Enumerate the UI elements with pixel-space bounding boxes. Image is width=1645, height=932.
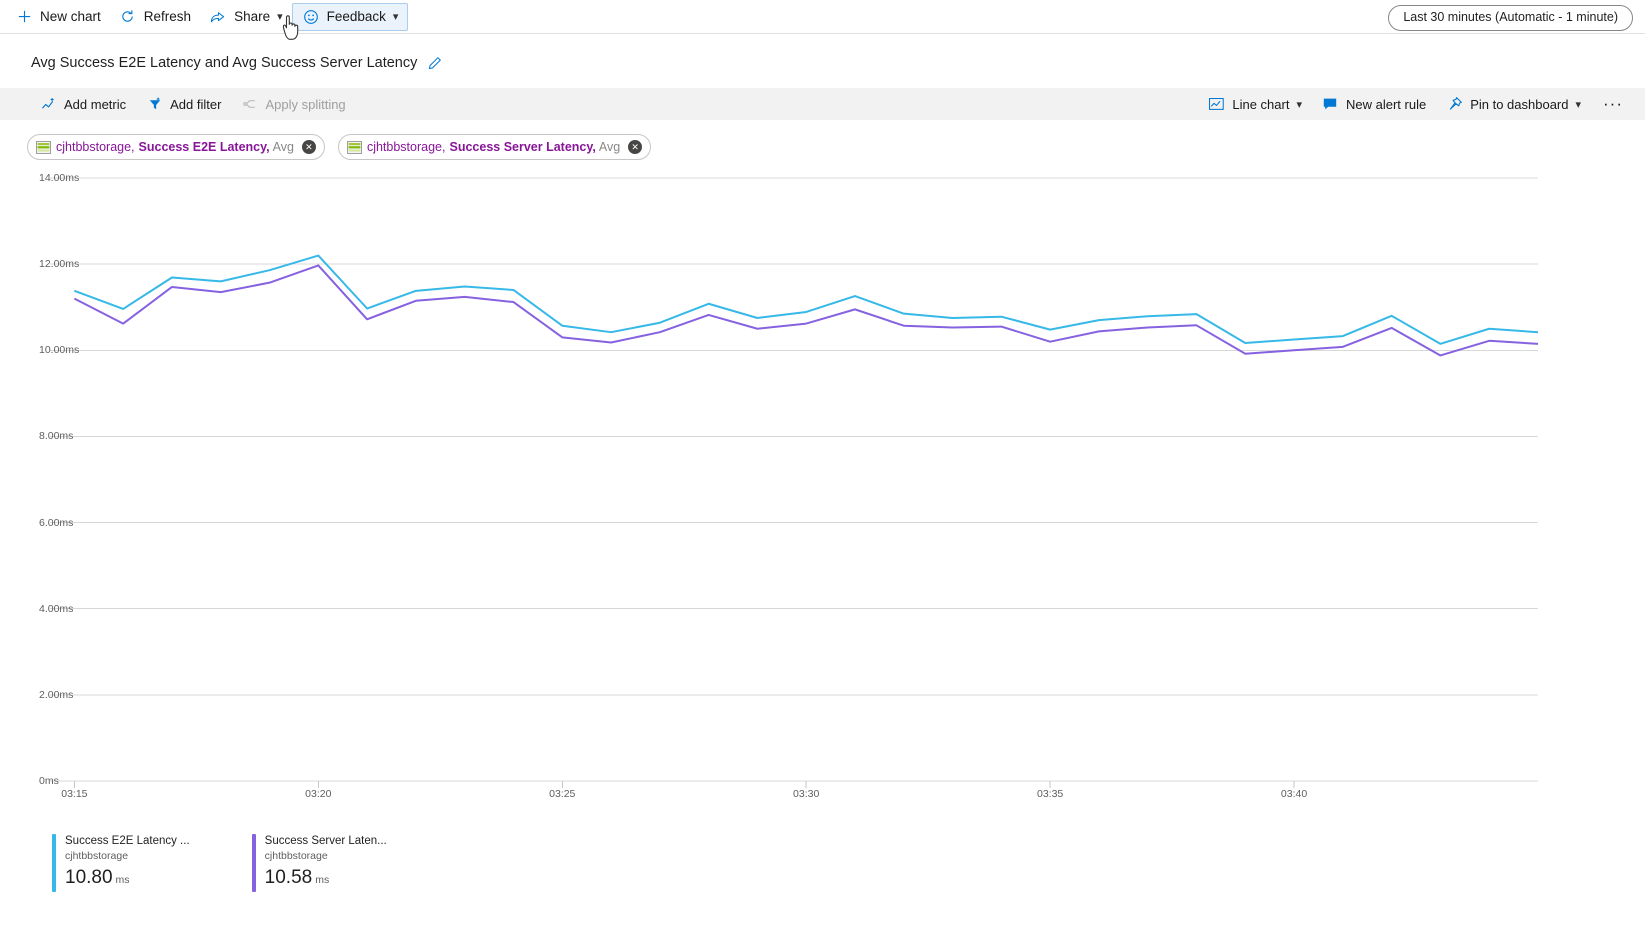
- feedback-smiley-icon: [302, 8, 320, 26]
- chart-series-line: [74, 265, 1538, 355]
- x-axis-tick-label: 03:15: [61, 788, 87, 800]
- legend-subtitle: cjhtbbstorage: [265, 849, 387, 863]
- add-metric-label: Add metric: [64, 97, 126, 112]
- x-axis-tick-label: 03:35: [1037, 788, 1063, 800]
- legend-item[interactable]: Success E2E Latency ... cjhtbbstorage 10…: [52, 834, 190, 892]
- chart-type-button[interactable]: Line chart ▾: [1198, 88, 1312, 120]
- add-metric-button[interactable]: Add metric: [30, 88, 136, 120]
- pencil-icon[interactable]: [427, 56, 442, 71]
- x-axis-tick-label: 03:20: [305, 788, 331, 800]
- chart-toolbar-right: Line chart ▾ New alert rule Pin to dashb…: [1198, 88, 1635, 120]
- refresh-label: Refresh: [144, 9, 191, 24]
- metric-chip-metric: Success E2E Latency,: [139, 140, 270, 154]
- apply-splitting-label: Apply splitting: [265, 97, 345, 112]
- time-range-picker[interactable]: Last 30 minutes (Automatic - 1 minute): [1388, 5, 1633, 31]
- new-alert-rule-label: New alert rule: [1346, 97, 1426, 112]
- line-chart-icon: [1208, 96, 1225, 113]
- chart-type-label: Line chart: [1232, 97, 1289, 112]
- new-chart-label: New chart: [40, 9, 101, 24]
- metric-chip[interactable]: cjhtbbstorage, Success E2E Latency, Avg …: [27, 134, 325, 160]
- page-title: Avg Success E2E Latency and Avg Success …: [31, 55, 417, 71]
- add-filter-button[interactable]: Add filter: [136, 88, 231, 120]
- chevron-down-icon: ▾: [393, 10, 399, 23]
- y-axis-tick-label: 10.00ms: [39, 344, 79, 356]
- y-axis-tick-label: 4.00ms: [39, 603, 73, 615]
- chart-legend: Success E2E Latency ... cjhtbbstorage 10…: [0, 828, 1645, 892]
- metrics-chart[interactable]: 14.00ms 12.00ms 10.00ms 8.00ms 6.00ms 4.00ms 2…: [0, 168, 1645, 828]
- legend-title: Success E2E Latency ...: [65, 834, 190, 848]
- add-filter-label: Add filter: [170, 97, 221, 112]
- chart-title-row: Avg Success E2E Latency and Avg Success …: [0, 34, 1645, 77]
- new-alert-rule-button[interactable]: New alert rule: [1312, 88, 1436, 120]
- legend-value-unit: ms: [116, 874, 130, 886]
- legend-value: 10.58ms: [265, 866, 387, 892]
- y-axis-tick-label: 2.00ms: [39, 689, 73, 701]
- close-icon[interactable]: ✕: [628, 140, 642, 154]
- alert-rule-icon: [1322, 96, 1339, 113]
- share-button[interactable]: Share ▾: [200, 0, 292, 34]
- pin-to-dashboard-button[interactable]: Pin to dashboard ▾: [1436, 88, 1591, 120]
- pin-to-dashboard-label: Pin to dashboard: [1470, 97, 1568, 112]
- pin-icon: [1446, 96, 1463, 113]
- legend-value-number: 10.58: [265, 867, 313, 888]
- metrics-explorer-page: New chart Refresh Share ▾ Feedback ▾ Las…: [0, 0, 1645, 932]
- chart-plot-area[interactable]: [0, 168, 1645, 828]
- x-axis-tick-label: 03:25: [549, 788, 575, 800]
- y-axis-tick-label: 12.00ms: [39, 258, 79, 270]
- x-axis-tick-label: 03:40: [1281, 788, 1307, 800]
- metric-chip-metric: Success Server Latency,: [449, 140, 595, 154]
- share-icon: [209, 8, 227, 26]
- add-filter-icon: [146, 96, 163, 113]
- y-axis-tick-label: 6.00ms: [39, 517, 73, 529]
- chart-toolbar: Add metric Add filter Apply splitting Li…: [0, 88, 1645, 120]
- more-commands-button[interactable]: ···: [1591, 88, 1635, 120]
- feedback-button[interactable]: Feedback ▾: [292, 3, 409, 31]
- refresh-button[interactable]: Refresh: [110, 0, 200, 34]
- legend-color-swatch: [52, 834, 56, 892]
- legend-value-number: 10.80: [65, 867, 113, 888]
- y-axis-tick-label: 0ms: [39, 775, 59, 787]
- chart-series-line: [74, 256, 1538, 344]
- metric-chip-aggregation: Avg: [599, 140, 620, 154]
- y-axis-tick-label: 14.00ms: [39, 172, 79, 184]
- metric-chip-list: cjhtbbstorage, Success E2E Latency, Avg …: [0, 120, 1645, 160]
- metric-chip-aggregation: Avg: [273, 140, 294, 154]
- chevron-down-icon: ▾: [277, 10, 283, 23]
- refresh-icon: [119, 8, 137, 26]
- metric-chip[interactable]: cjhtbbstorage, Success Server Latency, A…: [338, 134, 651, 160]
- feedback-label: Feedback: [327, 9, 386, 24]
- legend-title: Success Server Laten...: [265, 834, 387, 848]
- legend-color-swatch: [252, 834, 256, 892]
- top-command-bar: New chart Refresh Share ▾ Feedback ▾ Las…: [0, 0, 1645, 34]
- metric-chip-resource: cjhtbbstorage,: [56, 140, 135, 154]
- legend-value-unit: ms: [315, 874, 329, 886]
- add-metric-icon: [40, 96, 57, 113]
- apply-splitting-button[interactable]: Apply splitting: [231, 88, 355, 120]
- y-axis-tick-label: 8.00ms: [39, 430, 73, 442]
- storage-account-icon: [347, 141, 362, 154]
- share-label: Share: [234, 9, 270, 24]
- new-chart-button[interactable]: New chart: [6, 0, 110, 34]
- metric-chip-resource: cjhtbbstorage,: [367, 140, 446, 154]
- storage-account-icon: [36, 141, 51, 154]
- chevron-down-icon: ▾: [1575, 98, 1581, 111]
- apply-splitting-icon: [241, 96, 258, 113]
- legend-subtitle: cjhtbbstorage: [65, 849, 190, 863]
- close-icon[interactable]: ✕: [302, 140, 316, 154]
- legend-value: 10.80ms: [65, 866, 190, 892]
- legend-item[interactable]: Success Server Laten... cjhtbbstorage 10…: [252, 834, 387, 892]
- x-axis-tick-label: 03:30: [793, 788, 819, 800]
- plus-icon: [15, 8, 33, 26]
- chevron-down-icon: ▾: [1296, 98, 1302, 111]
